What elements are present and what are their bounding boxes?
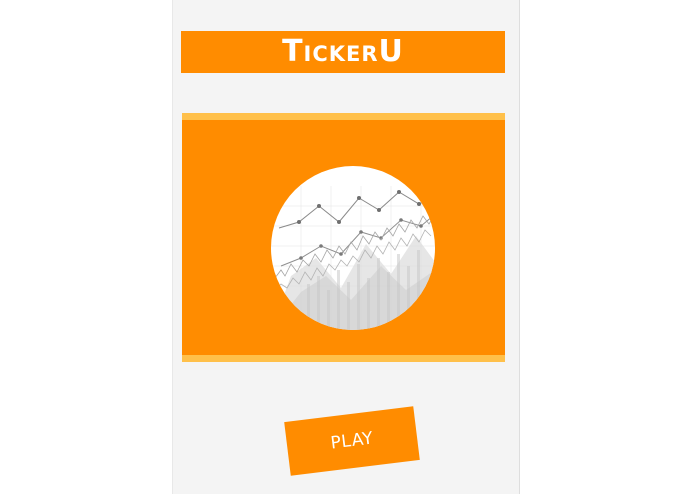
stock-chart-illustration: [271, 166, 435, 330]
play-button[interactable]: PLAY: [284, 406, 420, 476]
title-banner: TickerU: [181, 31, 505, 73]
chart-graphic: [271, 186, 435, 330]
app-screen: TickerU PLAY: [172, 0, 520, 494]
play-button-label: PLAY: [329, 428, 375, 454]
app-title: TickerU: [282, 34, 404, 69]
hero-card: [182, 113, 505, 362]
